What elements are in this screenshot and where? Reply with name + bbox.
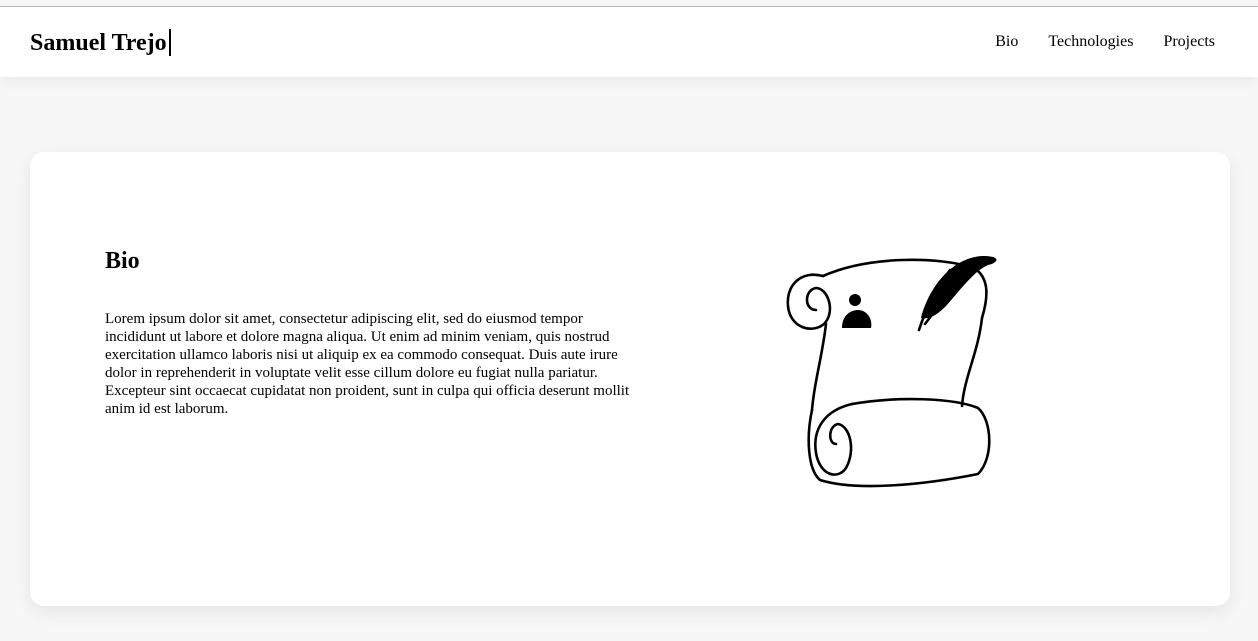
nav-link-technologies[interactable]: Technologies [1048, 32, 1133, 52]
main-nav: Bio Technologies Projects [995, 32, 1215, 52]
site-header: Samuel Trejo Bio Technologies Projects [0, 7, 1258, 77]
scroll-quill-icon [786, 256, 997, 488]
text-cursor [168, 29, 171, 56]
brand-name: Samuel Trejo [30, 30, 167, 56]
bio-title: Bio [105, 248, 140, 274]
nav-link-bio[interactable]: Bio [995, 32, 1018, 52]
site-brand[interactable]: Samuel Trejo [30, 28, 171, 58]
nav-link-projects[interactable]: Projects [1163, 32, 1215, 52]
bio-text: Lorem ipsum dolor sit amet, consectetur … [105, 311, 630, 417]
bio-card: Bio Lorem ipsum dolor sit amet, consecte… [30, 152, 1230, 606]
